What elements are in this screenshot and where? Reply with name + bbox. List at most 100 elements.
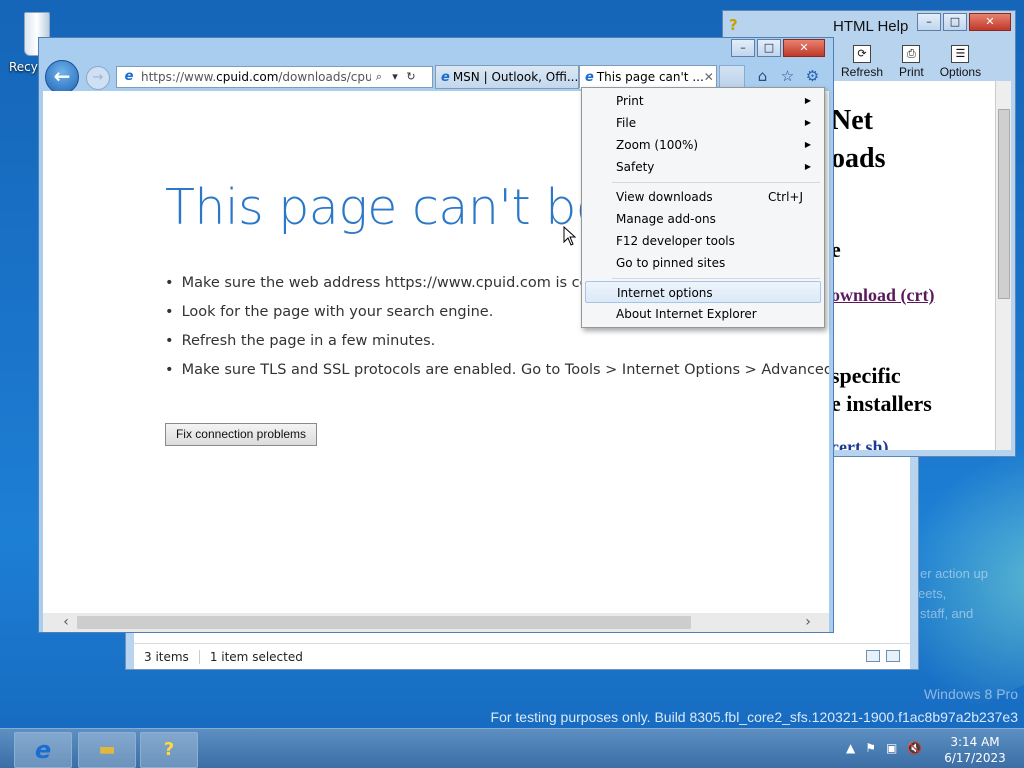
tools-gear-icon[interactable]: ⚙ [803,67,822,86]
menu-item-f12-tools[interactable]: F12 developer tools [585,230,821,252]
favorites-star-icon[interactable]: ☆ [778,67,797,86]
menu-separator [612,182,820,183]
url-prefix: https://www. [141,70,217,84]
new-tab-button[interactable] [719,65,745,89]
menu-label: Go to pinned sites [616,256,726,270]
show-hidden-icons-icon[interactable]: ▲ [846,741,855,755]
tab-error-page[interactable]: e This page can't ... ✕ [579,65,717,89]
tools-menu: Print ▶ File ▶ Zoom (100%) ▶ Safety ▶ View d… [581,87,825,328]
help-vertical-scrollbar[interactable] [995,81,1011,450]
menu-item-about-ie[interactable]: About Internet Explorer [585,303,821,325]
refresh-button[interactable]: ⟳ Refresh [841,45,883,79]
url-domain: cpuid.com [216,70,279,84]
menu-label: File [616,116,637,130]
ie-tab-icon: e [441,69,450,85]
folder-icon: ▬ [98,739,116,760]
system-clock[interactable]: 3:14 AM 6/17/2023 [942,734,1008,766]
help-window-title: HTML Help [833,18,909,35]
ie-minimize-button[interactable]: – [731,39,755,57]
menu-item-manage-addons[interactable]: Manage add-ons [585,208,821,230]
tab-close-icon[interactable]: ✕ [704,70,714,84]
desktop-bg-text-3: staff, and [920,606,974,621]
menu-separator [612,278,820,279]
menu-label: Manage add-ons [616,212,716,226]
help-text-line: specific [831,363,901,388]
menu-item-safety[interactable]: Safety ▶ [585,156,821,178]
help-scroll-thumb[interactable] [998,109,1010,299]
clock-time: 3:14 AM [950,735,1000,749]
submenu-arrow-icon: ▶ [804,162,811,171]
menu-label: Zoom (100%) [616,138,699,152]
scroll-thumb[interactable] [77,616,691,629]
fix-connection-button[interactable]: Fix connection problems [165,423,317,446]
submenu-arrow-icon: ▶ [804,96,811,105]
refresh-label: Refresh [841,65,884,79]
menu-item-internet-options[interactable]: Internet options [585,281,821,303]
menu-item-view-downloads[interactable]: View downloads Ctrl+J [585,186,821,208]
help-app-icon: ? [729,16,738,34]
scroll-left-arrow-icon[interactable]: ‹ [57,614,75,631]
forward-button[interactable]: → [86,66,110,90]
download-crt-link[interactable]: ownload (crt) [831,285,934,306]
refresh-icon: ⟳ [853,45,872,63]
address-url[interactable]: https://www.cpuid.com/downloads/cpu-z/c [141,70,371,84]
home-icon[interactable]: ⌂ [753,67,772,86]
explorer-status-bar: 3 items 1 item selected [134,643,910,669]
menu-item-print[interactable]: Print ▶ [585,90,821,112]
options-icon: ☰ [951,45,970,63]
help-text-line: e installers [831,391,932,416]
taskbar-help-button[interactable]: ? [140,732,198,768]
help-text-line: Net [831,105,873,136]
tab-label: This page can't ... [596,70,704,84]
menu-item-pinned-sites[interactable]: Go to pinned sites [585,252,821,274]
ie-maximize-button[interactable]: □ [757,39,781,57]
network-icon[interactable]: ▣ [886,741,897,755]
menu-label: Safety [616,160,655,174]
cert-sh-link[interactable]: cert.sh) [831,437,888,450]
submenu-arrow-icon: ▶ [804,140,811,149]
help-close-button[interactable]: ✕ [969,13,1011,31]
tab-msn[interactable]: e MSN | Outlook, Offi... [435,65,579,89]
help-window-controls: – □ ✕ [917,13,1011,31]
refresh-page-icon[interactable]: ↻ [403,68,419,86]
menu-label: View downloads [616,190,713,204]
mouse-cursor-icon [563,226,577,246]
menu-label: About Internet Explorer [616,307,757,321]
help-maximize-button[interactable]: □ [943,13,967,31]
dropdown-arrow-icon[interactable]: ▾ [387,68,403,86]
menu-item-file[interactable]: File ▶ [585,112,821,134]
help-toolbar: ⟳ Refresh ⎙ Print ☰ Options [841,45,981,79]
submenu-arrow-icon: ▶ [804,118,811,127]
menu-item-zoom[interactable]: Zoom (100%) ▶ [585,134,821,156]
taskbar-ie-button[interactable]: e [14,732,72,768]
url-rest: /downloads/cpu-z/c [278,70,371,84]
volume-muted-icon[interactable]: 🔇 [907,741,922,755]
large-icons-view-icon[interactable] [886,650,900,662]
view-switcher [866,650,900,662]
clock-date: 6/17/2023 [944,751,1006,765]
taskbar: e ▬ ? ▲ ⚑ ▣ 🔇 3:14 AM 6/17/2023 [0,728,1024,768]
system-tray: ▲ ⚑ ▣ 🔇 [846,741,922,755]
list-item: Refresh the page in a few minutes. [165,333,829,362]
help-text-line: oads [831,143,886,174]
menu-shortcut: Ctrl+J [768,190,803,204]
ie-window-controls: – □ ✕ [731,39,825,57]
action-center-flag-icon[interactable]: ⚑ [865,741,876,755]
print-button[interactable]: ⎙ Print [899,45,924,79]
status-selected-count: 1 item selected [209,649,303,664]
scroll-right-arrow-icon[interactable]: › [799,614,817,631]
address-bar[interactable]: e https://www.cpuid.com/downloads/cpu-z/… [116,66,433,88]
page-heading: This page can't be d [165,179,652,236]
search-icon[interactable]: ⌕ [371,68,387,86]
desktop-bg-text-2: eets, [918,586,947,601]
help-icon: ? [163,739,175,760]
help-minimize-button[interactable]: – [917,13,941,31]
ie-horizontal-scrollbar[interactable]: ‹ › [43,613,829,632]
details-view-icon[interactable] [866,650,880,662]
back-button[interactable]: ← [45,60,79,94]
options-button[interactable]: ☰ Options [940,45,981,79]
ie-site-icon: e [124,69,134,84]
tab-label: MSN | Outlook, Offi... [452,70,579,84]
taskbar-explorer-button[interactable]: ▬ [78,732,136,768]
ie-close-button[interactable]: ✕ [783,39,825,57]
